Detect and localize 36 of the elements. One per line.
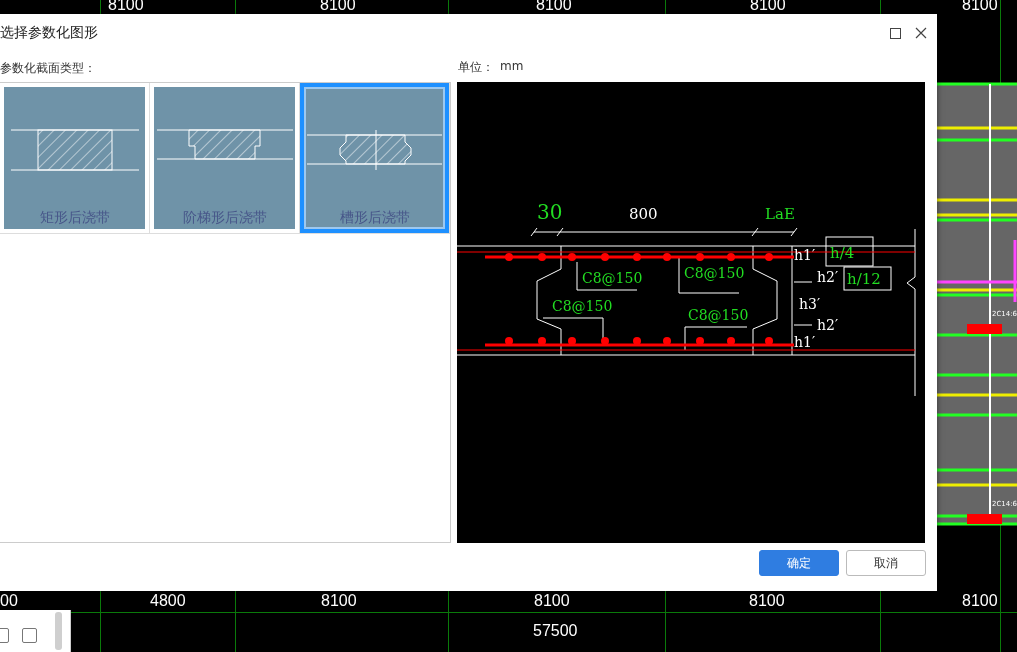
- height-label: h1′: [794, 247, 816, 263]
- confirm-button[interactable]: 确定: [759, 550, 839, 576]
- dimension-label: LaE: [765, 205, 795, 223]
- option-label: 矩形后浇带: [39, 209, 110, 227]
- dialog-title: 选择参数化图形: [0, 24, 98, 42]
- dimension-label: 8100: [534, 592, 570, 610]
- section-type-option[interactable]: 矩形后浇带: [0, 83, 150, 233]
- dimension-label: 4800: [150, 592, 186, 610]
- rebar-label: C8@150: [552, 298, 613, 314]
- ratio-label: h/12: [847, 270, 881, 288]
- height-label: h2′: [817, 269, 839, 285]
- checkbox[interactable]: [22, 628, 37, 643]
- dimension-label: 800: [629, 205, 658, 223]
- rebar-label: C8@150: [688, 307, 749, 323]
- section-type-label: 参数化截面类型：: [0, 61, 96, 75]
- dimension-label: 8100: [962, 592, 998, 610]
- rebar-label: C8@150: [582, 270, 643, 286]
- total-dimension-label: 57500: [533, 622, 578, 640]
- unit-value: mm: [500, 58, 524, 75]
- leader-line: [684, 326, 748, 351]
- cancel-button[interactable]: 取消: [846, 550, 926, 576]
- height-label: h2′: [817, 317, 839, 333]
- scrollbar[interactable]: [55, 612, 62, 650]
- dimension-label: 8100: [749, 592, 785, 610]
- height-label: h3′: [799, 296, 821, 312]
- height-label: h1′: [794, 334, 816, 350]
- rebar-label: C8@150: [684, 265, 745, 281]
- option-label: 阶梯形后浇带: [182, 209, 267, 227]
- dimension-label: 30: [537, 200, 563, 224]
- dimension-label: 00: [0, 592, 18, 610]
- dimension-label: 8100: [321, 592, 357, 610]
- section-type-option[interactable]: 槽形后浇带: [300, 83, 450, 233]
- unit-label: 单位：: [458, 58, 494, 76]
- close-icon[interactable]: [915, 27, 927, 39]
- option-label: 槽形后浇带: [339, 209, 410, 227]
- maximize-icon[interactable]: [890, 27, 901, 39]
